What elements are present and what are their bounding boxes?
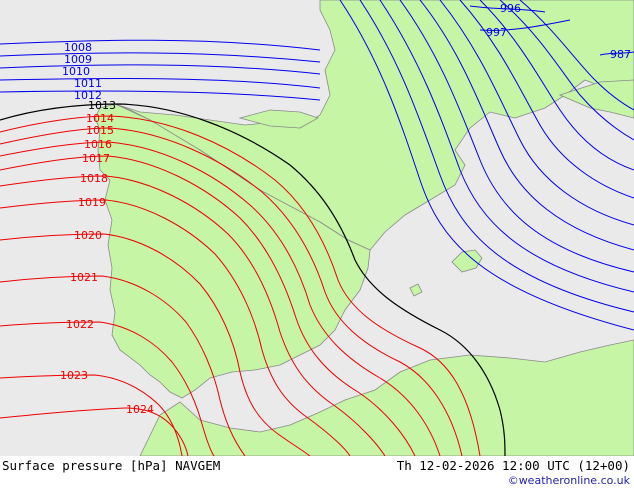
valid-time: Th 12-02-2026 12:00 UTC (12+00) — [396, 458, 630, 473]
isobar-label-1020: 1020 — [74, 229, 102, 242]
map-footer: Surface pressure [hPa] NAVGEM Th 12-02-2… — [0, 456, 634, 490]
credit-link[interactable]: ©weatheronline.co.uk — [508, 474, 630, 487]
isobar-label-1016: 1016 — [84, 138, 112, 151]
isobar-label-1013: 1013 — [88, 99, 116, 112]
isobar-label-1023: 1023 — [60, 369, 88, 382]
pressure-map: 1008 1009 1010 1011 1012 1013 1014 1015 … — [0, 0, 634, 456]
isobar-label-1024: 1024 — [126, 403, 154, 416]
isobar-label-1018: 1018 — [80, 172, 108, 185]
isobar-label-1015: 1015 — [86, 124, 114, 137]
isobar-label-1021: 1021 — [70, 271, 98, 284]
chart-title: Surface pressure [hPa] NAVGEM — [2, 458, 221, 473]
isobar-label-1022: 1022 — [66, 318, 94, 331]
isobar-label-996: 996 — [500, 2, 521, 15]
isobar-label-997: 997 — [486, 26, 507, 39]
isobar-label-987: 987 — [610, 48, 631, 61]
isobar-label-1017: 1017 — [82, 152, 110, 165]
isobar-label-1019: 1019 — [78, 196, 106, 209]
